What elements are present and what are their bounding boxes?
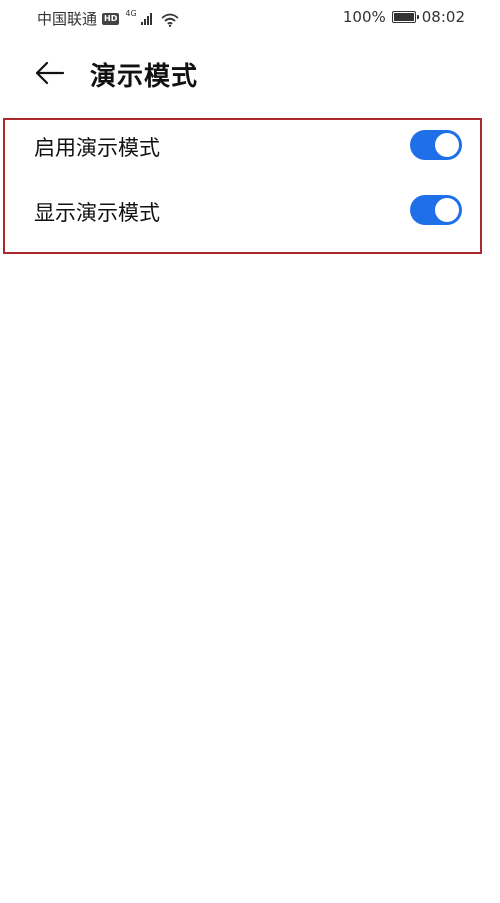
settings-list: 启用演示模式 显示演示模式 (3, 118, 482, 254)
toggle-knob (435, 133, 459, 157)
battery-icon (391, 11, 419, 23)
setting-label: 显示演示模式 (34, 201, 160, 225)
carrier-name: 中国联通 (37, 10, 98, 28)
status-right: 100% 08:02 (343, 8, 465, 26)
clock: 08:02 (421, 8, 465, 26)
back-button[interactable] (33, 58, 67, 88)
app-header: 演示模式 (0, 52, 500, 96)
toggle-knob (435, 198, 459, 222)
setting-show-demo-mode[interactable]: 显示演示模式 (5, 185, 480, 245)
network-type: 4G (125, 9, 137, 18)
setting-enable-demo-mode[interactable]: 启用演示模式 (5, 120, 480, 180)
enable-demo-mode-toggle[interactable] (410, 130, 462, 160)
status-bar: 中国联通 HD 4G 100% 08:02 (0, 0, 500, 36)
show-demo-mode-toggle[interactable] (410, 195, 462, 225)
battery-percent: 100% (342, 8, 386, 26)
signal-icon (140, 12, 152, 25)
hd-icon: HD (102, 12, 120, 25)
setting-label: 启用演示模式 (34, 136, 160, 160)
wifi-icon (161, 13, 179, 27)
carrier-info: 中国联通 HD 4G (37, 8, 179, 29)
page-title: 演示模式 (90, 62, 199, 92)
arrow-left-icon (35, 61, 65, 85)
